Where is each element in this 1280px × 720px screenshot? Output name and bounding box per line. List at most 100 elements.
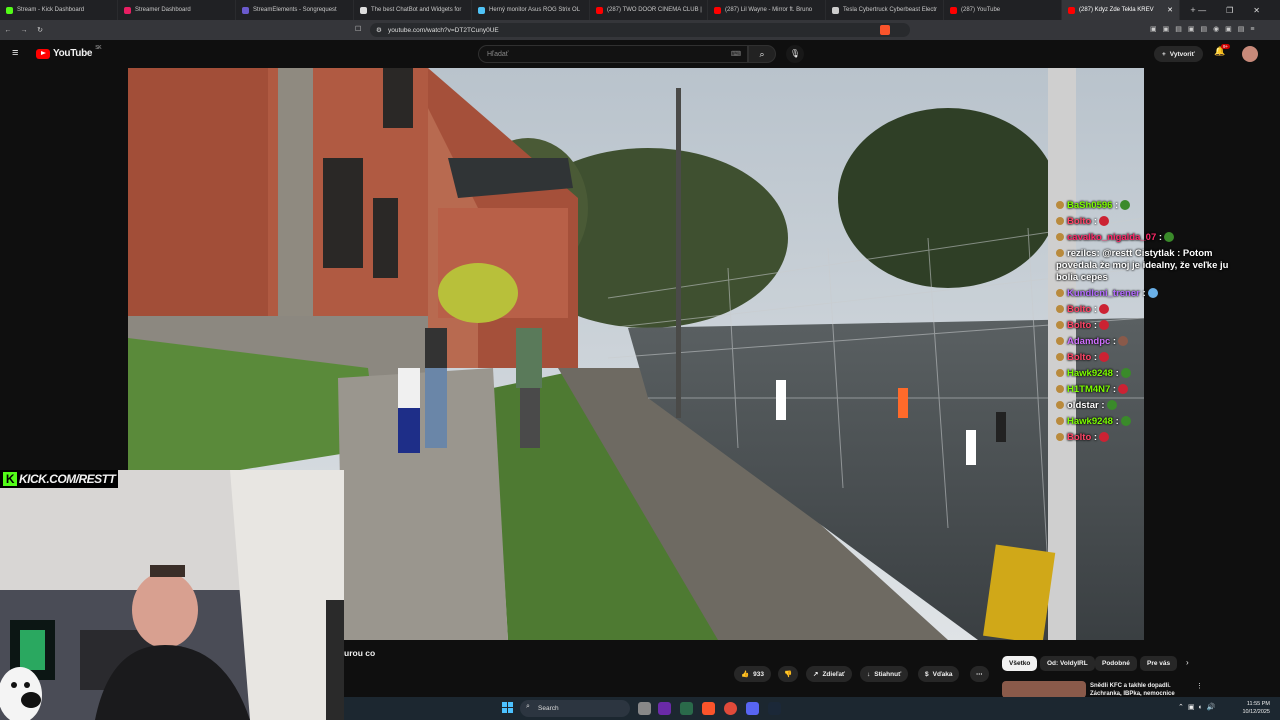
tab-label: Streamer Dashboard (135, 7, 191, 13)
avatar[interactable] (1242, 46, 1258, 62)
youtube-logo[interactable]: YouTube SK (36, 45, 102, 59)
task-view-icon[interactable] (638, 702, 651, 715)
forward-icon[interactable]: → (16, 27, 32, 34)
browser-tab[interactable]: Tesla Cybertruck Cyberbeast Electr (826, 0, 944, 20)
chat-badge-icon (1056, 249, 1064, 257)
kick-logo-icon: K (3, 472, 17, 486)
share-label: Zdieľať (822, 670, 846, 678)
youtube-header: ≡ YouTube SK Hľadať ⌨ ⌕ 🎙 + Vytvoriť 🔔 9… (0, 40, 1280, 68)
recommended-thumbnail[interactable] (1002, 681, 1086, 698)
app-icon[interactable] (680, 702, 693, 715)
bookmark-icon[interactable]: ☐ (355, 25, 361, 33)
chat-message: Hawk9248 : (1056, 368, 1236, 380)
search-input[interactable]: Hľadať ⌨ (478, 45, 748, 63)
app-icon[interactable] (724, 702, 737, 715)
search-button[interactable]: ⌕ (748, 45, 776, 63)
browser-tab[interactable]: Herný monitor Asus ROG Strix OL (472, 0, 590, 20)
chip-similar[interactable]: Podobné (1095, 656, 1137, 671)
system-tray-icons[interactable]: ⌃▣◐🔊 (1178, 703, 1219, 711)
steam-icon[interactable] (768, 702, 781, 715)
download-label: Stiahnuť (874, 670, 902, 678)
chip-from-channel[interactable]: Od: VoldyIRL (1040, 656, 1095, 671)
chat-message: cavalko_nigalda_07 : (1056, 232, 1236, 244)
maximize-button[interactable]: ❐ (1226, 6, 1233, 15)
chat-emote-icon (1099, 320, 1110, 330)
browser-tab[interactable]: (287) YouTube (944, 0, 1062, 20)
tab-label: Stream - Kick Dashboard (17, 7, 85, 13)
chip-all[interactable]: Všetko (1002, 656, 1038, 671)
region-code: SK (95, 45, 102, 51)
chevron-right-icon[interactable]: › (1186, 658, 1189, 667)
chat-message: H1TM4N7 : (1056, 384, 1236, 396)
site-info-icon[interactable]: ⚙ (376, 26, 382, 34)
chat-username: Bolto (1067, 320, 1092, 331)
browser-tab[interactable]: Stream - Kick Dashboard (0, 0, 118, 20)
video-title: urou co (344, 648, 376, 658)
extensions-icons[interactable]: ▣▣▤▣▤◉▣▤≡ (1150, 25, 1261, 33)
browser-tab[interactable]: StreamElements - Songrequest (236, 0, 354, 20)
tab-label: (287) Lil Wayne - Mirror ft. Bruno (725, 7, 813, 13)
chat-separator: : (1091, 320, 1098, 331)
chat-badge-icon (1056, 385, 1064, 393)
share-button[interactable]: ↗ Zdieľať (806, 666, 853, 682)
chat-emote-icon (1099, 304, 1110, 314)
chat-emote-icon (1147, 288, 1158, 298)
chat-username: Bolto (1067, 216, 1092, 227)
tab-close-icon[interactable]: ✕ (1167, 6, 1173, 14)
chat-username: Kundlcni_trener (1067, 288, 1140, 299)
chat-badge-icon (1056, 289, 1064, 297)
voice-search-button[interactable]: 🎙 (786, 45, 804, 63)
chat-username: Hawk9248 (1067, 368, 1113, 379)
windows-start-icon[interactable] (502, 702, 514, 714)
tab-favicon-icon (1068, 6, 1075, 14)
chat-emote-icon (1099, 432, 1110, 442)
clock-time: 11:55 PM (1246, 701, 1270, 707)
browser-tab[interactable]: Streamer Dashboard (118, 0, 236, 20)
browser-tab[interactable]: (287) Kdyz Zde Tekla KREV ✕ (1062, 0, 1180, 20)
create-button[interactable]: + Vytvoriť (1154, 46, 1203, 62)
taskbar-search-label: Search (538, 705, 559, 712)
chat-separator: : (1110, 384, 1117, 395)
chat-username: cavalko_nigalda_07 (1067, 232, 1157, 243)
discord-icon[interactable] (746, 702, 759, 715)
chat-emote-icon (1118, 336, 1129, 346)
brave-shield-icon[interactable] (880, 25, 890, 35)
windows-taskbar: ⌕ Search ⌃▣◐🔊 11:55 PM 10/12/2025 (344, 697, 1280, 720)
thanks-button[interactable]: $ Vďaka (918, 666, 960, 682)
minimize-button[interactable]: — (1198, 6, 1206, 15)
more-icon: ⋯ (976, 671, 983, 678)
chip-for-you[interactable]: Pre vás (1140, 656, 1178, 671)
more-actions-button[interactable]: ⋯ (970, 666, 989, 682)
taskbar-clock[interactable]: 11:55 PM 10/12/2025 (1242, 700, 1270, 716)
youtube-logo-text: YouTube (53, 48, 93, 59)
browser-tab[interactable]: (287) TWO DOOR CINEMA CLUB | (590, 0, 708, 20)
browser-tab[interactable]: (287) Lil Wayne - Mirror ft. Bruno (708, 0, 826, 20)
recommended-menu-icon[interactable]: ⋮ (1196, 682, 1203, 690)
close-button[interactable]: ✕ (1253, 6, 1260, 15)
app-icon[interactable] (658, 702, 671, 715)
chat-badge-icon (1056, 233, 1064, 241)
chat-separator: : (1091, 216, 1098, 227)
chat-separator: : (1112, 416, 1119, 427)
back-icon[interactable]: ← (0, 27, 16, 34)
clock-date: 10/12/2025 (1242, 709, 1270, 715)
menu-icon[interactable]: ≡ (12, 47, 18, 59)
search-placeholder: Hľadať (487, 50, 509, 58)
brave-browser-icon[interactable] (702, 702, 715, 715)
chat-emote-icon (1164, 232, 1175, 242)
keyboard-icon[interactable]: ⌨ (731, 50, 741, 58)
tab-favicon-icon (596, 6, 603, 14)
browser-tab[interactable]: The best ChatBot and Widgets for (354, 0, 472, 20)
taskbar-search[interactable]: ⌕ Search (520, 700, 630, 717)
download-icon: ↓ (867, 670, 871, 678)
tab-favicon-icon (478, 6, 485, 14)
like-button[interactable]: 👍 933 (734, 666, 771, 682)
reload-icon[interactable]: ↻ (32, 26, 48, 34)
address-bar[interactable]: ⚙ youtube.com/watch?v=DT2TCuny0UE (370, 23, 910, 37)
chat-username: oldstar (1067, 400, 1099, 411)
download-button[interactable]: ↓ Stiahnuť (860, 666, 909, 682)
dislike-button[interactable]: 👎 (778, 666, 799, 682)
chat-message: Bolto : (1056, 432, 1236, 444)
chat-username: Adamdpc (1067, 336, 1111, 347)
like-count: 933 (753, 670, 764, 678)
